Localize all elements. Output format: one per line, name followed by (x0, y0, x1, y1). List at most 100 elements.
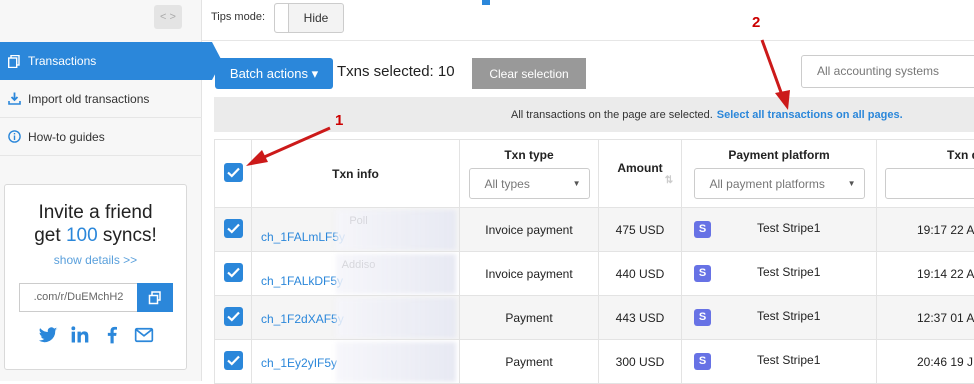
referral-link-field[interactable]: .com/r/DuEMchH2 (19, 283, 137, 312)
batch-actions-button[interactable]: Batch actions ▾ (215, 58, 333, 89)
show-details-link[interactable]: show details >> (5, 253, 186, 267)
redaction-blur (336, 254, 456, 294)
annotation-label-1: 1 (335, 112, 343, 129)
download-icon (8, 92, 21, 105)
platform-name: Test Stripe1 (757, 265, 820, 279)
transactions-table: Txn info Txn type All types ▼ Amount ⇅ (214, 139, 974, 384)
invite-prefix: get (34, 225, 66, 246)
date-cell: 20:46 19 J (877, 340, 974, 384)
copy-icon (8, 55, 21, 68)
tips-mode-toggle[interactable]: Hide (274, 3, 344, 33)
tips-mode-label: Tips mode: (211, 11, 265, 23)
amount-cell: 475 USD (599, 208, 682, 252)
row-checkbox[interactable] (224, 219, 243, 238)
row-select-cell (215, 340, 252, 384)
txn-type-cell: Payment (460, 296, 599, 340)
platform-filter-value: All payment platforms (710, 177, 825, 191)
platform-cell: S Test Stripe1 (682, 252, 877, 296)
sidebar-item-transactions[interactable]: Transactions (0, 42, 212, 80)
sidebar-item-import[interactable]: Import old transactions (0, 80, 202, 118)
sidebar-item-label: Import old transactions (28, 92, 149, 106)
txn-type-cell: Payment (460, 340, 599, 384)
redaction-blur (336, 210, 456, 250)
twitter-icon[interactable] (38, 325, 58, 345)
col-header-txn-info: Txn info (252, 140, 460, 208)
copy-link-button[interactable] (137, 283, 173, 312)
check-icon (227, 311, 240, 322)
col-header-date: Txn d (877, 140, 974, 208)
payment-platform-filter[interactable]: All payment platforms ▼ (694, 168, 865, 199)
col-header-txn-type: Txn type All types ▼ (460, 140, 599, 208)
platform-name: Test Stripe1 (757, 309, 820, 323)
check-icon (227, 355, 240, 366)
txn-info-cell: ch_1Ey2yIF5y (252, 340, 460, 384)
toggle-knob (275, 4, 289, 32)
redaction-blur (336, 298, 456, 338)
txn-info-cell: Poll ch_1FALmLF5y (252, 208, 460, 252)
platform-cell: S Test Stripe1 (682, 208, 877, 252)
sidebar-collapse-button[interactable]: < > (154, 5, 182, 29)
invite-line1: Invite a friend (38, 202, 152, 223)
check-icon (227, 167, 240, 178)
top-indicator (482, 0, 490, 5)
invite-panel: Invite a friend get 100 syncs! show deta… (4, 184, 187, 370)
select-all-checkbox[interactable] (224, 163, 243, 182)
table-row[interactable]: ch_1F2dXAF5y Payment 443 USD STest Strip… (215, 296, 974, 340)
stripe-icon: S (694, 353, 711, 370)
amount-header-label: Amount (617, 161, 662, 175)
row-checkbox[interactable] (224, 307, 243, 326)
social-share-row (5, 325, 186, 345)
table-row[interactable]: Poll ch_1FALmLF5y Invoice payment 475 US… (215, 208, 974, 252)
col-header-amount[interactable]: Amount ⇅ (599, 140, 682, 208)
txn-type-header-label: Txn type (504, 148, 553, 162)
date-header-label: Txn d (947, 148, 974, 162)
txn-type-filter[interactable]: All types ▼ (469, 168, 590, 199)
sidebar-item-label: Transactions (28, 54, 96, 68)
txn-type-cell: Invoice payment (460, 208, 599, 252)
row-checkbox[interactable] (224, 351, 243, 370)
sidebar: < > Transactions Import old transactions… (0, 0, 202, 381)
annotation-label-2: 2 (752, 14, 760, 31)
platform-header-label: Payment platform (728, 148, 829, 162)
caret-down-icon: ▼ (573, 179, 581, 188)
clear-selection-button[interactable]: Clear selection (472, 58, 586, 89)
select-all-header (215, 140, 252, 208)
platform-name: Test Stripe1 (757, 353, 820, 367)
caret-down-icon: ▼ (848, 179, 856, 188)
platform-name: Test Stripe1 (757, 221, 820, 235)
platform-cell: S Test Stripe1 (682, 340, 877, 384)
invite-title: Invite a friend get 100 syncs! (5, 201, 186, 247)
col-header-platform: Payment platform All payment platforms ▼ (682, 140, 877, 208)
sort-icon[interactable]: ⇅ (665, 175, 673, 186)
invite-number: 100 (66, 225, 98, 246)
referral-row: .com/r/DuEMchH2 (19, 283, 173, 312)
linkedin-icon[interactable] (70, 325, 90, 345)
amount-cell: 300 USD (599, 340, 682, 384)
row-select-cell (215, 252, 252, 296)
divider (202, 40, 974, 41)
stripe-icon: S (694, 265, 711, 282)
banner-text: All transactions on the page are selecte… (511, 109, 713, 121)
accounting-systems-select[interactable]: All accounting systems (801, 55, 974, 88)
select-all-pages-link[interactable]: Select all transactions on all pages. (717, 109, 903, 121)
mail-icon[interactable] (134, 325, 154, 345)
txn-type-cell: Invoice payment (460, 252, 599, 296)
invite-suffix: syncs! (98, 225, 157, 246)
txn-info-cell: ch_1F2dXAF5y (252, 296, 460, 340)
arrow-2 (762, 40, 782, 95)
table-row[interactable]: ch_1Ey2yIF5y Payment 300 USD S Test Strip… (215, 340, 974, 384)
txn-info-cell: Addiso ch_1FALkDF5y (252, 252, 460, 296)
date-filter[interactable] (885, 168, 974, 199)
platform-cell: STest Stripe1 (682, 296, 877, 340)
info-icon (8, 130, 21, 143)
sidebar-item-label: How-to guides (28, 130, 105, 144)
stripe-icon: S (694, 221, 711, 238)
amount-cell: 440 USD (599, 252, 682, 296)
sidebar-item-howto[interactable]: How-to guides (0, 118, 202, 156)
row-select-cell (215, 208, 252, 252)
date-cell: 12:37 01 A (877, 296, 974, 340)
row-checkbox[interactable] (224, 263, 243, 282)
date-cell: 19:14 22 A (877, 252, 974, 296)
facebook-icon[interactable] (102, 325, 122, 345)
table-row[interactable]: Addiso ch_1FALkDF5y Invoice payment 440 … (215, 252, 974, 296)
